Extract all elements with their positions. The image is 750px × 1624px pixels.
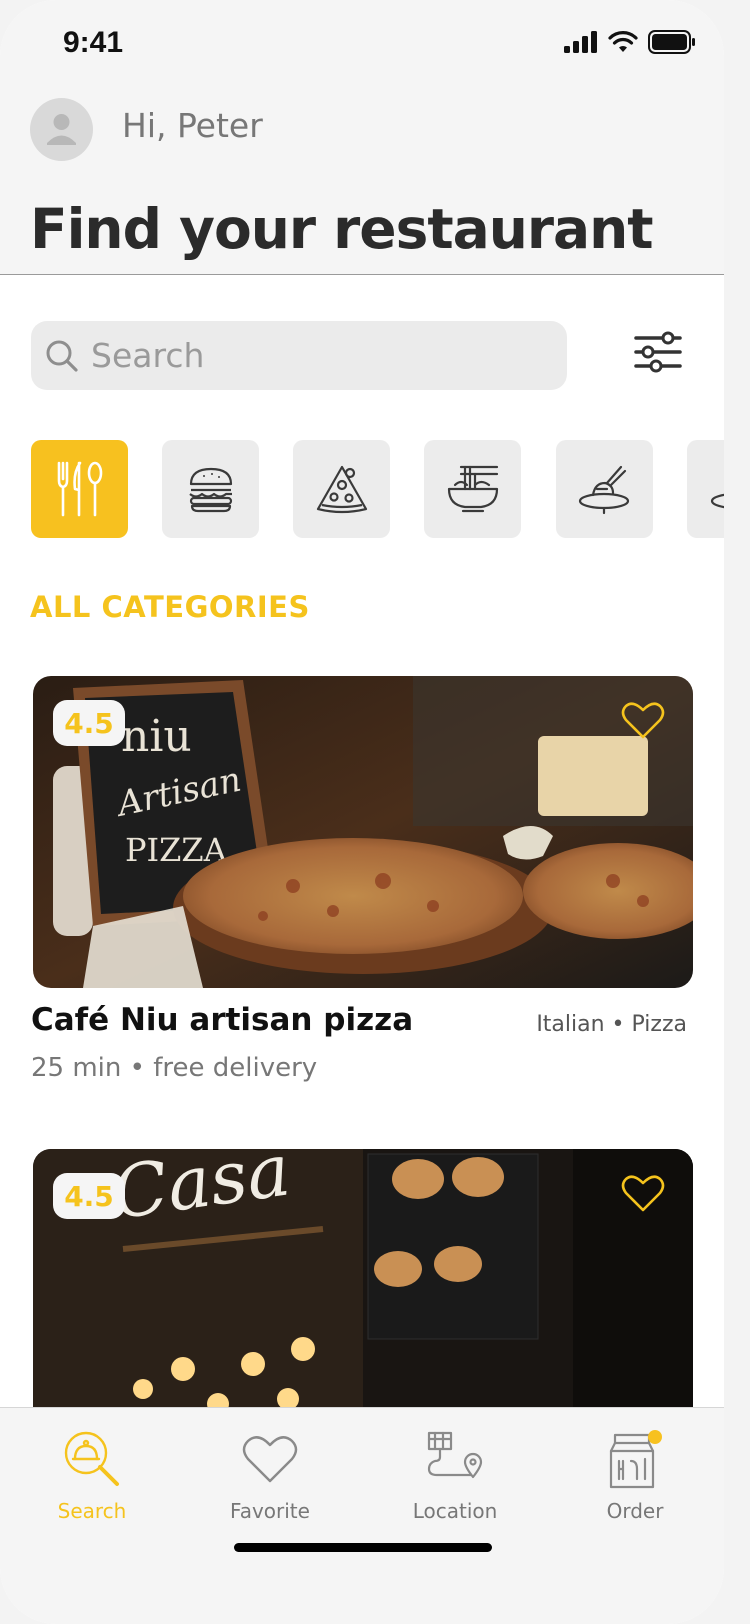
tab-label: Location <box>412 1499 498 1523</box>
category-burger[interactable] <box>162 440 259 538</box>
restaurant-meta: 25 min • free delivery <box>31 1053 318 1083</box>
section-label-categories: ALL CATEGORIES <box>30 590 310 624</box>
tab-order[interactable]: Order <box>555 1407 715 1547</box>
phone-screen: 9:41 Hi, Peter Find your restaurant Sear… <box>0 0 724 1624</box>
category-pizza[interactable] <box>293 440 390 538</box>
avatar[interactable] <box>30 98 93 161</box>
more-icon <box>710 493 724 509</box>
user-icon <box>47 114 76 145</box>
page-title: Find your restaurant <box>30 197 654 261</box>
sign-text-niu: niu <box>121 711 192 762</box>
search-icon <box>46 340 78 372</box>
location-icon <box>427 1431 483 1479</box>
restaurant-card-image[interactable]: Casa 4.5 <box>33 1149 693 1449</box>
restaurant-name[interactable]: Café Niu artisan pizza <box>31 1002 413 1038</box>
pizza-icon <box>316 465 367 514</box>
rating-badge: 4.5 <box>53 1173 125 1219</box>
tab-search[interactable]: Search <box>12 1407 172 1547</box>
grill-icon <box>578 465 629 515</box>
greeting-text: Hi, Peter <box>122 106 263 145</box>
status-time: 9:41 <box>63 26 124 59</box>
search-bar[interactable] <box>31 321 567 390</box>
home-indicator <box>234 1543 492 1552</box>
tab-location[interactable]: Location <box>375 1407 535 1547</box>
category-all[interactable] <box>31 440 128 538</box>
category-grill[interactable] <box>556 440 653 538</box>
favorite-heart-icon[interactable] <box>621 700 665 740</box>
wifi-icon <box>608 31 638 52</box>
sign-text-pizza: PIZZA <box>125 831 228 869</box>
restaurant-photo-cafe: Casa <box>33 1149 693 1449</box>
search-cloche-icon <box>64 1431 119 1486</box>
category-noodles[interactable] <box>424 440 521 538</box>
signal-icon <box>564 31 597 53</box>
status-icons <box>564 30 696 54</box>
favorite-heart-icon[interactable] <box>621 1173 665 1213</box>
noodles-icon <box>447 465 498 513</box>
order-bag-icon <box>609 1430 662 1489</box>
restaurant-card-image[interactable]: niu Artisan PIZZA 4.5 <box>33 676 693 988</box>
battery-icon <box>648 30 695 54</box>
restaurant-photo-pizza: niu Artisan PIZZA <box>33 676 693 988</box>
tab-label: Search <box>57 1499 127 1523</box>
category-more[interactable] <box>687 440 724 538</box>
tab-favorite[interactable]: Favorite <box>190 1407 350 1547</box>
heart-icon <box>242 1436 298 1483</box>
all-food-icon <box>57 461 102 517</box>
search-input[interactable] <box>89 335 513 376</box>
burger-icon <box>188 467 232 513</box>
restaurant-tags: Italian • Pizza <box>536 1012 687 1037</box>
filter-icon[interactable] <box>632 330 684 374</box>
tab-label: Favorite <box>230 1499 310 1523</box>
rating-badge: 4.5 <box>53 700 125 746</box>
tab-label: Order <box>606 1499 664 1523</box>
